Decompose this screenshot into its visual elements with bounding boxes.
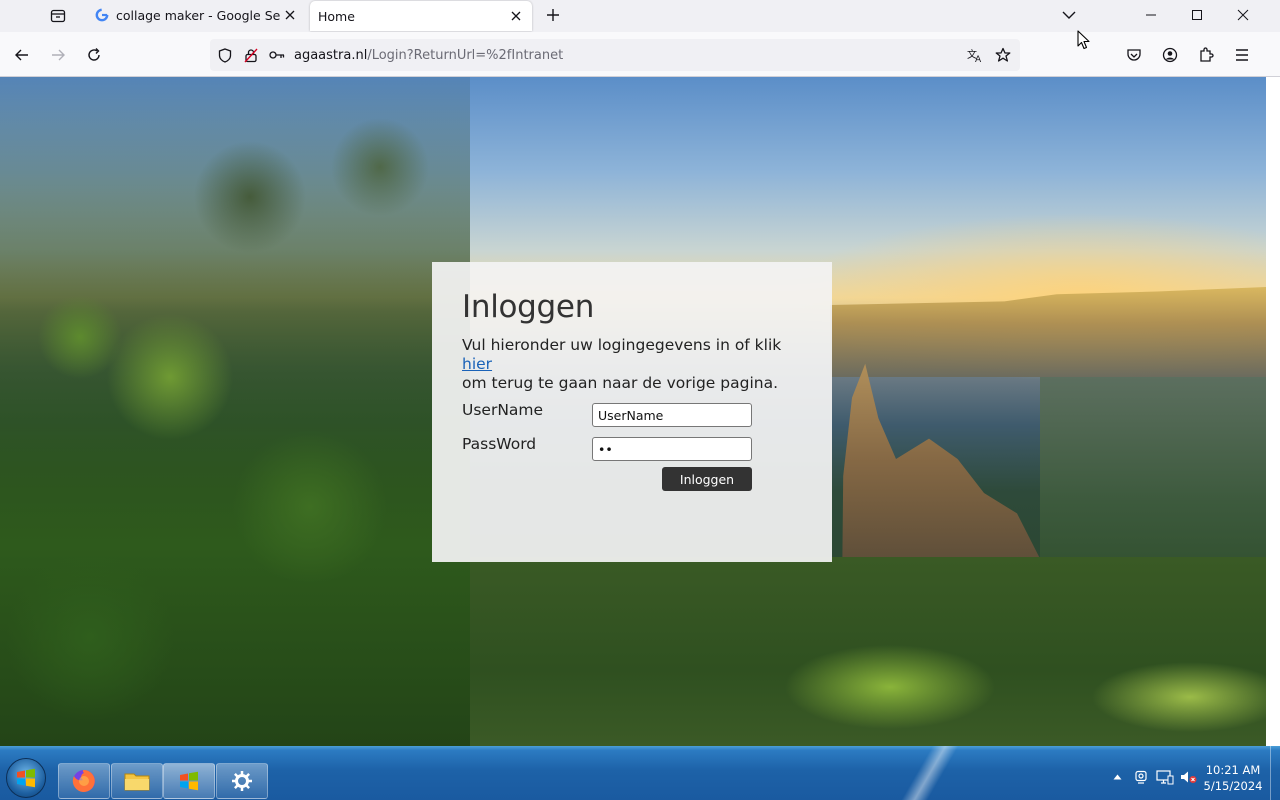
arrow-left-icon bbox=[15, 49, 28, 61]
chevron-down-icon bbox=[1062, 11, 1076, 19]
login-button[interactable]: Inloggen bbox=[662, 467, 752, 491]
firefox-view-icon bbox=[50, 9, 66, 23]
password-field[interactable] bbox=[592, 437, 752, 461]
arrow-right-icon bbox=[52, 49, 65, 61]
back-link[interactable]: hier bbox=[462, 355, 492, 373]
extensions-button[interactable] bbox=[1192, 41, 1220, 69]
google-icon bbox=[94, 7, 110, 23]
taskbar-firefox[interactable] bbox=[58, 763, 110, 799]
shield-icon[interactable] bbox=[214, 44, 236, 66]
insecure-lock-icon[interactable] bbox=[240, 44, 262, 66]
tray-device[interactable] bbox=[1131, 763, 1151, 791]
minimize-icon bbox=[1146, 14, 1156, 16]
minimize-button[interactable] bbox=[1128, 0, 1174, 30]
tray-network[interactable] bbox=[1155, 763, 1175, 791]
close-tab-icon[interactable] bbox=[506, 6, 526, 26]
username-row: UserName bbox=[462, 401, 802, 429]
device-icon bbox=[1135, 770, 1147, 784]
submit-row: Inloggen bbox=[462, 467, 802, 493]
background-trees bbox=[0, 77, 470, 746]
browser-tab-bar: collage maker - Google Search Home bbox=[0, 0, 1280, 32]
forward-button[interactable] bbox=[44, 41, 72, 69]
background-ridge bbox=[830, 287, 1266, 377]
taskbar-windows-app[interactable] bbox=[163, 763, 215, 799]
tab-home[interactable]: Home bbox=[310, 1, 532, 31]
page-scrollbar[interactable] bbox=[1266, 77, 1280, 746]
menu-button[interactable] bbox=[1228, 41, 1256, 69]
start-button[interactable] bbox=[6, 758, 46, 798]
clock-date: 5/15/2024 bbox=[1203, 779, 1263, 793]
new-tab-button[interactable] bbox=[540, 2, 566, 28]
show-hidden-icons-button[interactable] bbox=[1107, 763, 1127, 791]
plus-icon bbox=[547, 9, 559, 21]
tab-title: collage maker - Google Search bbox=[116, 7, 280, 23]
reload-button[interactable] bbox=[80, 41, 108, 69]
mouse-cursor-icon bbox=[1077, 30, 1090, 50]
password-label: PassWord bbox=[462, 435, 537, 453]
page-background: Inloggen Vul hieronder uw logingegevens … bbox=[0, 77, 1266, 746]
windows-logo-icon bbox=[17, 768, 35, 788]
maximize-icon bbox=[1192, 10, 1202, 20]
password-row: PassWord bbox=[462, 435, 802, 463]
tab-title: Home bbox=[318, 8, 355, 24]
username-field[interactable] bbox=[592, 403, 752, 427]
taskbar-glow bbox=[880, 746, 980, 800]
login-description: Vul hieronder uw logingegevens in of kli… bbox=[462, 336, 802, 393]
taskbar-settings[interactable] bbox=[216, 763, 268, 799]
firefox-icon bbox=[72, 770, 95, 792]
svg-text:A: A bbox=[975, 55, 982, 63]
puzzle-icon bbox=[1200, 47, 1214, 62]
login-title: Inloggen bbox=[462, 289, 595, 325]
translate-icon[interactable]: 文A bbox=[964, 44, 986, 66]
description-text: Vul hieronder uw logingegevens in of kli… bbox=[462, 336, 782, 354]
firefox-view-button[interactable] bbox=[44, 2, 72, 30]
account-icon bbox=[1162, 47, 1178, 63]
background-foliage bbox=[470, 557, 1266, 746]
address-bar[interactable]: agaastra.nl/Login?ReturnUrl=%2fIntranet … bbox=[210, 39, 1020, 71]
windows-logo-icon bbox=[180, 771, 198, 791]
taskbar-clock[interactable]: 10:21 AM 5/15/2024 bbox=[1196, 762, 1270, 794]
account-button[interactable] bbox=[1156, 41, 1184, 69]
maximize-button[interactable] bbox=[1174, 0, 1220, 30]
taskbar-file-explorer[interactable] bbox=[111, 763, 163, 799]
username-label: UserName bbox=[462, 401, 544, 419]
file-explorer-icon bbox=[124, 773, 150, 791]
url-text: agaastra.nl/Login?ReturnUrl=%2fIntranet bbox=[294, 48, 563, 63]
url-path: /Login?ReturnUrl=%2fIntranet bbox=[367, 47, 564, 63]
hamburger-menu-icon bbox=[1236, 49, 1248, 61]
key-icon[interactable] bbox=[266, 44, 288, 66]
windows-taskbar: 10:21 AM 5/15/2024 bbox=[0, 746, 1280, 800]
chevron-up-icon bbox=[1113, 774, 1121, 780]
close-tab-icon[interactable] bbox=[280, 5, 300, 25]
reload-icon bbox=[88, 48, 100, 61]
close-window-button[interactable] bbox=[1220, 0, 1266, 30]
network-icon bbox=[1156, 769, 1174, 784]
tab-google-search[interactable]: collage maker - Google Search bbox=[86, 0, 306, 30]
pocket-icon bbox=[1127, 49, 1141, 61]
pocket-button[interactable] bbox=[1120, 41, 1148, 69]
back-button[interactable] bbox=[8, 41, 36, 69]
close-icon bbox=[1237, 9, 1249, 21]
list-all-tabs-button[interactable] bbox=[1056, 2, 1082, 28]
bookmark-star-icon[interactable] bbox=[992, 44, 1014, 66]
description-text-2: om terug te gaan naar de vorige pagina. bbox=[462, 374, 779, 392]
show-desktop-button[interactable] bbox=[1270, 746, 1280, 800]
url-host: agaastra.nl bbox=[294, 47, 368, 63]
clock-time: 10:21 AM bbox=[1205, 763, 1261, 777]
settings-gear-icon bbox=[232, 771, 252, 791]
login-panel: Inloggen Vul hieronder uw logingegevens … bbox=[432, 262, 832, 562]
